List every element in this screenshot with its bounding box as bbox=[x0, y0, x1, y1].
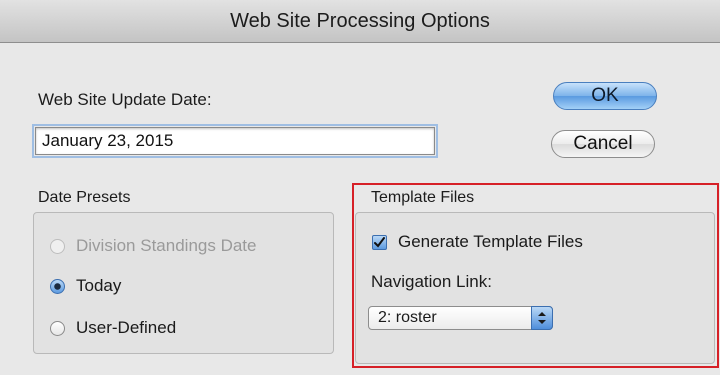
radio-label: User-Defined bbox=[76, 318, 177, 337]
ok-button[interactable]: OK bbox=[553, 82, 657, 110]
dialog-title: Web Site Processing Options bbox=[230, 9, 490, 32]
radio-division-standings-date: Division Standings Date bbox=[50, 236, 256, 256]
update-date-input[interactable] bbox=[32, 124, 438, 158]
template-files-highlight bbox=[352, 183, 719, 368]
radio-button bbox=[50, 238, 65, 254]
radio-label: Today bbox=[76, 276, 122, 295]
radio-today[interactable]: Today bbox=[50, 276, 121, 296]
update-date-label: Web Site Update Date: bbox=[38, 90, 212, 109]
radio-user-defined[interactable]: User-Defined bbox=[50, 318, 176, 338]
radio-button-selected[interactable] bbox=[50, 278, 65, 294]
radio-label: Division Standings Date bbox=[76, 236, 257, 255]
radio-button[interactable] bbox=[50, 320, 65, 336]
dialog-title-bar: Web Site Processing Options bbox=[0, 0, 720, 43]
cancel-button[interactable]: Cancel bbox=[551, 130, 655, 158]
date-presets-title: Date Presets bbox=[38, 189, 131, 206]
